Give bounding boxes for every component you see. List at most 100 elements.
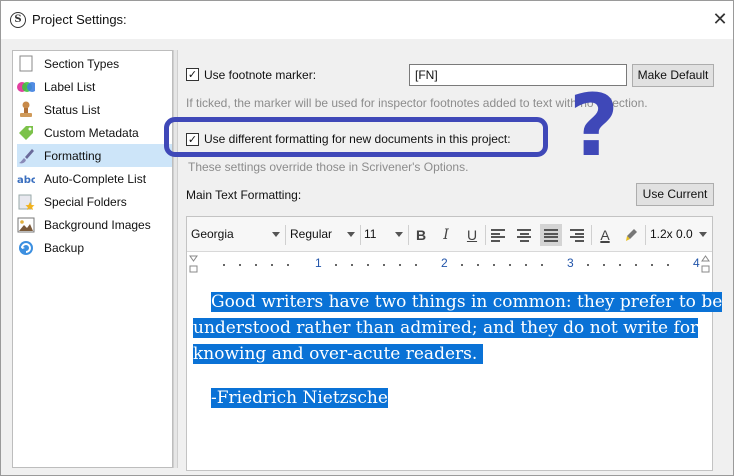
font-size-value: 11 [364, 227, 377, 241]
ruler-mark: 3 [567, 256, 574, 270]
ruler-mark: 2 [441, 256, 448, 270]
ruler-tick [587, 264, 589, 266]
align-center-button[interactable] [513, 224, 535, 246]
ruler-tick [603, 264, 605, 266]
sidebar-splitter[interactable] [173, 50, 178, 468]
ruler-mark: 4 [693, 256, 700, 270]
ruler-tick [223, 264, 225, 266]
chevron-down-icon [272, 232, 280, 237]
align-left-icon [491, 229, 505, 242]
align-left-button[interactable] [487, 224, 509, 246]
make-default-button[interactable]: Make Default [632, 64, 714, 87]
ruler-tick [271, 264, 273, 266]
ruler-tick [525, 264, 527, 266]
sidebar-item-custom-metadata[interactable]: Custom Metadata [17, 121, 172, 144]
sidebar-item-label-list[interactable]: Label List [17, 75, 172, 98]
toolbar-divider [485, 225, 486, 245]
title-bar: S Project Settings: ✕ [1, 1, 733, 39]
document-text[interactable]: Good writers have two things in common: … [193, 289, 723, 411]
project-settings-window: S Project Settings: ✕ Section Types Labe… [0, 0, 734, 476]
toolbar-divider [285, 225, 286, 245]
ruler-tick [477, 264, 479, 266]
align-justify-button[interactable] [540, 224, 562, 246]
selected-text: -Friedrich Nietzsche [211, 388, 388, 408]
section-types-icon [17, 55, 35, 73]
sidebar-item-status-list[interactable]: Status List [17, 98, 172, 121]
sidebar-item-backup[interactable]: Backup [17, 236, 172, 259]
status-stamp-icon [17, 101, 35, 119]
footnote-marker-checkbox[interactable]: ✓ [186, 68, 199, 81]
font-style-select[interactable]: Regular [288, 224, 358, 246]
format-toolbar: Georgia Regular 11 B I U A 1.2x 0.0 [187, 217, 712, 252]
align-center-icon [517, 229, 531, 242]
ruler[interactable]: 1 2 3 4 [187, 252, 712, 276]
sidebar-item-label: Status List [44, 102, 101, 117]
italic-button[interactable]: I [435, 224, 457, 246]
left-indent-marker-icon [189, 255, 198, 273]
tag-icon [17, 124, 35, 142]
toolbar-divider [360, 225, 361, 245]
sidebar-item-label: Custom Metadata [44, 125, 139, 140]
ruler-tick [255, 264, 257, 266]
brush-icon [17, 147, 35, 165]
bold-button[interactable]: B [410, 224, 432, 246]
label-list-icon [17, 78, 35, 96]
ruler-mark: 1 [315, 256, 322, 270]
font-family-select[interactable]: Georgia [189, 224, 283, 246]
toolbar-divider [408, 225, 409, 245]
sidebar-item-label: Special Folders [44, 194, 127, 209]
window-title: Project Settings: [32, 12, 127, 27]
attribution-line: -Friedrich Nietzsche [193, 385, 709, 411]
abc-icon: abc [17, 170, 35, 188]
selected-text: Good writers have two things in common: … [211, 292, 723, 312]
font-style-value: Regular [290, 227, 333, 241]
sidebar-item-label: Section Types [44, 56, 120, 71]
sidebar-item-formatting[interactable]: Formatting [17, 144, 172, 167]
align-justify-icon [544, 229, 558, 242]
chevron-down-icon [347, 232, 355, 237]
ruler-tick [351, 264, 353, 266]
sidebar-item-label: Formatting [44, 148, 102, 163]
align-right-button[interactable] [566, 224, 588, 246]
sidebar-item-auto-complete-list[interactable]: abc Auto-Complete List [17, 167, 172, 190]
quote-line: knowing and over-acute readers. [193, 341, 709, 367]
chevron-down-icon [699, 232, 707, 237]
ruler-tick [461, 264, 463, 266]
line-spacing-value: 1.2x 0.0 [650, 227, 693, 241]
scrivener-app-icon: S [10, 12, 26, 28]
ruler-tick [287, 264, 289, 266]
ruler-tick [383, 264, 385, 266]
ruler-tick [667, 264, 669, 266]
footnote-marker-label: Use footnote marker: [204, 68, 317, 82]
ruler-tick [367, 264, 369, 266]
underline-button[interactable]: U [461, 224, 483, 246]
override-hint-text: These settings override those in Scriven… [188, 160, 469, 174]
toolbar-divider [591, 225, 592, 245]
ruler-tick [509, 264, 511, 266]
folder-star-icon [17, 193, 35, 211]
use-current-button[interactable]: Use Current [636, 183, 714, 206]
close-icon[interactable]: ✕ [709, 9, 731, 31]
ruler-tick [493, 264, 495, 266]
image-icon [17, 216, 35, 234]
line-spacing-select[interactable]: 1.2x 0.0 [648, 224, 710, 246]
annotation-question-mark: ? [569, 76, 619, 176]
text-color-button[interactable]: A [594, 224, 616, 246]
backup-icon [17, 239, 35, 257]
sidebar-item-label: Backup [44, 240, 85, 255]
main-text-formatting-label: Main Text Formatting: [186, 188, 302, 202]
ruler-tick [239, 264, 241, 266]
highlight-button[interactable] [620, 224, 642, 246]
sidebar-item-background-images[interactable]: Background Images [17, 213, 172, 236]
sidebar-item-special-folders[interactable]: Special Folders [17, 190, 172, 213]
font-size-select[interactable]: 11 [362, 224, 406, 246]
font-family-value: Georgia [191, 227, 234, 241]
quote-line: Good writers have two things in common: … [193, 289, 723, 315]
align-right-icon [570, 229, 584, 242]
sidebar-item-label: Label List [44, 79, 96, 94]
ruler-tick [399, 264, 401, 266]
chevron-down-icon [395, 232, 403, 237]
highlighter-icon [626, 229, 637, 241]
sidebar-item-section-types[interactable]: Section Types [17, 52, 172, 75]
